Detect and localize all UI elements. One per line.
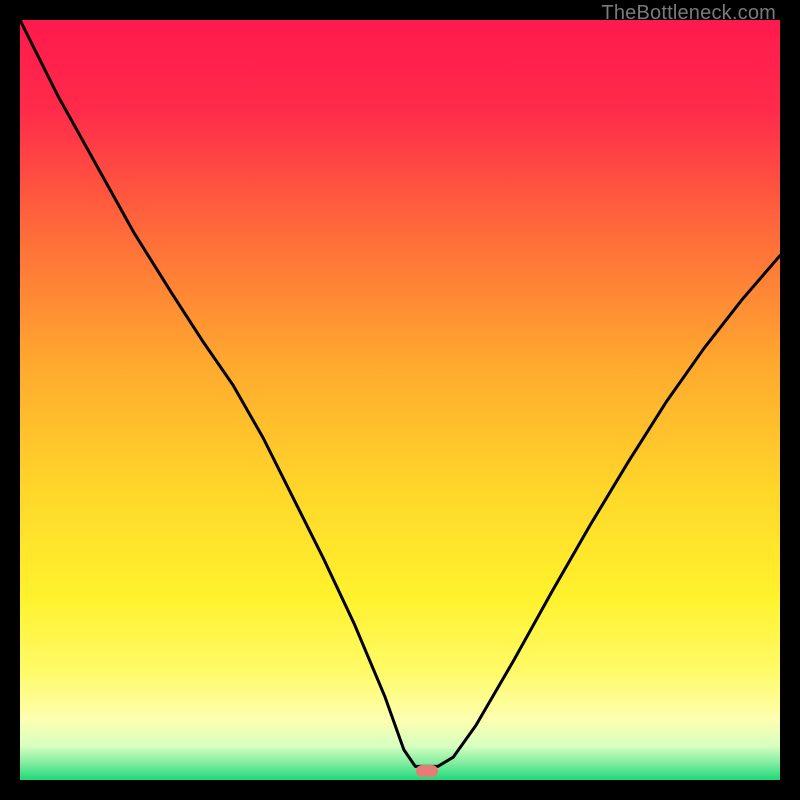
- watermark-label: TheBottleneck.com: [601, 2, 776, 25]
- chart-canvas: TheBottleneck.com: [0, 0, 800, 800]
- optimum-marker: [416, 765, 438, 777]
- bottleneck-curve: [20, 20, 780, 780]
- plot-area: [20, 20, 780, 780]
